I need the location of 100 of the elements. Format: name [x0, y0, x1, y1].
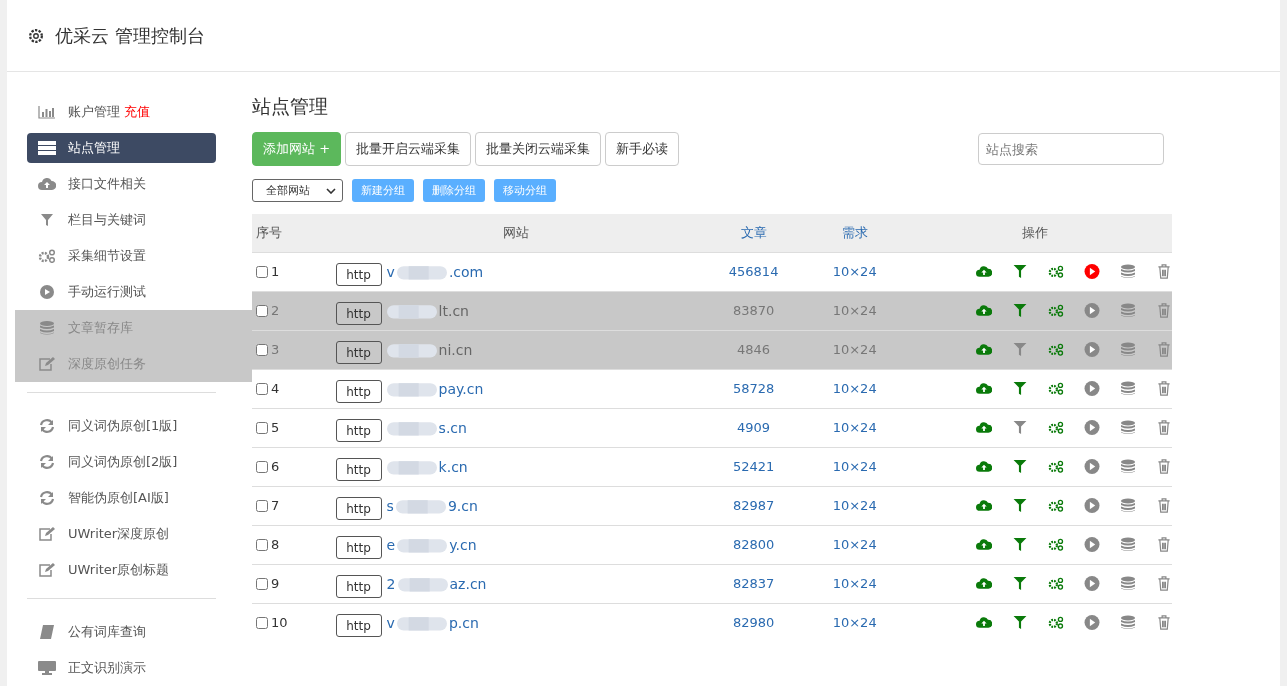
row-checkbox[interactable]: [256, 343, 268, 356]
row-number: 8: [271, 537, 280, 552]
cloud-upload-icon[interactable]: [976, 498, 992, 513]
sidebar-item[interactable]: 栏目与关键词: [27, 202, 216, 238]
filter-icon[interactable]: [1012, 420, 1028, 435]
filter-icon[interactable]: [1012, 576, 1028, 591]
row-checkbox[interactable]: [256, 616, 268, 629]
sidebar-item[interactable]: 接口文件相关: [27, 166, 216, 202]
play-icon[interactable]: [1084, 537, 1100, 552]
play-icon[interactable]: [1084, 498, 1100, 513]
gears-icon[interactable]: [1048, 459, 1064, 474]
sidebar-item[interactable]: 同义词伪原创[2版]: [27, 444, 216, 480]
gears-icon[interactable]: [1048, 420, 1064, 435]
gears-icon[interactable]: [1048, 342, 1064, 357]
sidebar-item[interactable]: 正文识别演示: [27, 650, 216, 686]
toolbar-button[interactable]: 批量开启云端采集: [345, 132, 472, 166]
edit-icon: [38, 527, 56, 541]
row-checkbox[interactable]: [256, 538, 268, 551]
row-checkbox[interactable]: [256, 460, 268, 473]
trash-icon[interactable]: [1156, 615, 1172, 630]
filter-icon[interactable]: [1012, 381, 1028, 396]
domain-text: .com: [448, 263, 484, 280]
play-icon[interactable]: [1084, 576, 1100, 591]
trash-icon[interactable]: [1156, 381, 1172, 396]
gears-icon[interactable]: [1048, 498, 1064, 513]
scheme-button[interactable]: http: [335, 419, 382, 442]
cloud-upload-icon[interactable]: [976, 420, 992, 435]
scheme-button[interactable]: http: [335, 263, 382, 286]
database-icon[interactable]: [1120, 459, 1136, 474]
cloud-upload-icon[interactable]: [976, 342, 992, 357]
trash-icon[interactable]: [1156, 420, 1172, 435]
row-checkbox[interactable]: [256, 304, 268, 317]
sidebar-item[interactable]: UWriter深度原创: [27, 516, 216, 552]
filter-icon[interactable]: [1012, 615, 1028, 630]
sidebar-item[interactable]: 手动运行测试: [27, 274, 216, 310]
scheme-button[interactable]: http: [335, 380, 382, 403]
database-icon[interactable]: [1120, 537, 1136, 552]
play-icon[interactable]: [1084, 264, 1100, 279]
database-icon[interactable]: [1120, 615, 1136, 630]
filter-icon[interactable]: [1012, 303, 1028, 318]
group-dropdown[interactable]: 全部网站: [252, 179, 343, 202]
sidebar-item[interactable]: 采集细节设置: [27, 238, 216, 274]
filter-icon[interactable]: [1012, 537, 1028, 552]
gears-icon[interactable]: [1048, 537, 1064, 552]
gears-icon[interactable]: [1048, 381, 1064, 396]
filter-icon[interactable]: [1012, 264, 1028, 279]
row-checkbox[interactable]: [256, 421, 268, 434]
sidebar-item[interactable]: UWriter原创标题: [27, 552, 216, 588]
sidebar-item[interactable]: 公有词库查询: [27, 614, 216, 650]
cloud-upload-icon[interactable]: [976, 615, 992, 630]
toolbar-button[interactable]: 批量关闭云端采集: [475, 132, 602, 166]
cloud-upload-icon[interactable]: [976, 381, 992, 396]
cloud-upload-icon[interactable]: [976, 459, 992, 474]
trash-icon[interactable]: [1156, 498, 1172, 513]
toolbar-button[interactable]: 新手必读: [605, 132, 680, 166]
scheme-button[interactable]: http: [335, 536, 382, 559]
database-icon[interactable]: [1120, 498, 1136, 513]
scheme-button[interactable]: http: [335, 575, 382, 598]
cloud-upload-icon[interactable]: [976, 576, 992, 591]
database-icon[interactable]: [1120, 381, 1136, 396]
row-number: 6: [271, 459, 280, 474]
scheme-button[interactable]: http: [335, 497, 382, 520]
gears-icon[interactable]: [1048, 615, 1064, 630]
row-checkbox[interactable]: [256, 499, 268, 512]
sidebar-item[interactable]: 智能伪原创[AI版]: [27, 480, 216, 516]
row-checkbox[interactable]: [256, 382, 268, 395]
cloud-upload-icon[interactable]: [976, 264, 992, 279]
trash-icon[interactable]: [1156, 537, 1172, 552]
play-icon[interactable]: [1084, 342, 1100, 357]
trash-icon[interactable]: [1156, 459, 1172, 474]
domain-text: s.cn: [438, 419, 467, 436]
scheme-button[interactable]: http: [335, 302, 382, 325]
settings-icon: [27, 26, 45, 45]
database-icon[interactable]: [1120, 576, 1136, 591]
scheme-button[interactable]: http: [335, 614, 382, 637]
sidebar-item[interactable]: 站点管理: [27, 133, 216, 163]
filter-icon[interactable]: [1012, 498, 1028, 513]
gears-icon[interactable]: [1048, 303, 1064, 318]
gears-icon[interactable]: [1048, 576, 1064, 591]
play-icon[interactable]: [1084, 303, 1100, 318]
database-icon[interactable]: [1120, 420, 1136, 435]
scheme-button[interactable]: http: [335, 458, 382, 481]
play-icon[interactable]: [1084, 459, 1100, 474]
play-icon[interactable]: [1084, 381, 1100, 396]
play-icon[interactable]: [1084, 615, 1100, 630]
sidebar-item[interactable]: 同义词伪原创[1版]: [27, 408, 216, 444]
play-icon[interactable]: [1084, 420, 1100, 435]
cloud-upload-icon[interactable]: [976, 537, 992, 552]
database-icon[interactable]: [1120, 264, 1136, 279]
gears-icon[interactable]: [1048, 264, 1064, 279]
scheme-button[interactable]: http: [335, 341, 382, 364]
trash-icon[interactable]: [1156, 264, 1172, 279]
search-field[interactable]: 站点搜索: [978, 133, 1164, 165]
row-checkbox[interactable]: [256, 577, 268, 590]
database-icon: [38, 321, 56, 335]
trash-icon[interactable]: [1156, 576, 1172, 591]
row-checkbox[interactable]: [256, 265, 268, 278]
sidebar-item[interactable]: 账户管理 充值: [27, 94, 216, 130]
filter-icon[interactable]: [1012, 459, 1028, 474]
cloud-upload-icon[interactable]: [976, 303, 992, 318]
